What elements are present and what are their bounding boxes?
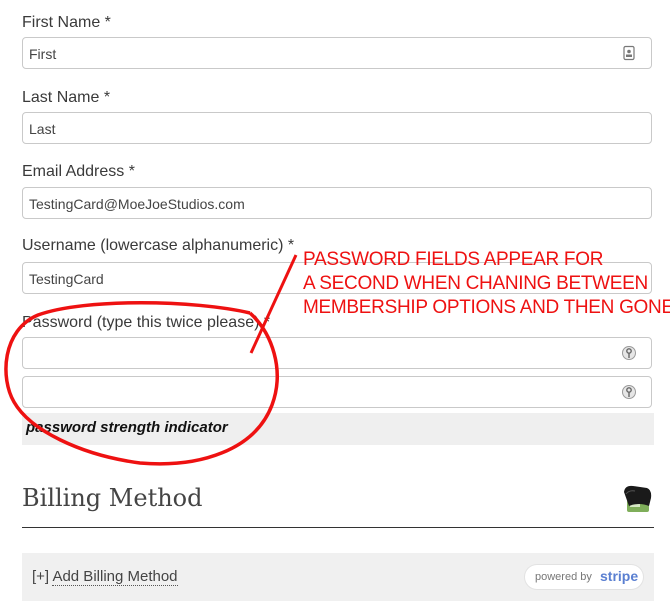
last-name-label: Last Name * bbox=[22, 89, 111, 106]
add-prefix: [+] bbox=[32, 568, 50, 585]
first-name-value: First bbox=[29, 46, 57, 62]
stripe-logo: stripe bbox=[600, 568, 639, 584]
password-confirm-field[interactable] bbox=[22, 376, 652, 408]
password-label: Password (type this twice please) * bbox=[22, 314, 271, 331]
first-name-label: First Name * bbox=[22, 14, 111, 31]
add-billing-label: Add Billing Method bbox=[52, 568, 178, 586]
add-billing-method-link[interactable]: [+] Add Billing Method bbox=[32, 568, 178, 586]
email-field[interactable]: TestingCard@MoeJoeStudios.com bbox=[22, 187, 652, 219]
last-name-field[interactable]: Last bbox=[22, 112, 652, 144]
billing-method-heading: Billing Method bbox=[22, 484, 203, 512]
annotation-line-1: PASSWORD FIELDS APPEAR FOR bbox=[303, 249, 604, 270]
add-billing-panel: [+] Add Billing Method powered by stripe bbox=[22, 553, 654, 601]
annotation-line-3: MEMBERSHIP OPTIONS AND THEN GONE bbox=[303, 297, 670, 318]
username-label: Username (lowercase alphanumeric) * bbox=[22, 237, 295, 254]
key-icon[interactable] bbox=[621, 384, 637, 400]
email-label: Email Address * bbox=[22, 163, 135, 180]
powered-by-text: powered by bbox=[535, 571, 592, 583]
first-name-field[interactable]: First bbox=[22, 37, 652, 69]
username-value: TestingCard bbox=[29, 271, 104, 287]
annotation-line-2: A SECOND WHEN CHANING BETWEEN bbox=[303, 273, 648, 294]
key-icon[interactable] bbox=[621, 345, 637, 361]
wallet-icon bbox=[624, 485, 652, 512]
password-field[interactable] bbox=[22, 337, 652, 369]
email-value: TestingCard@MoeJoeStudios.com bbox=[29, 196, 245, 212]
password-strength-text: password strength indicator bbox=[26, 419, 228, 436]
billing-divider bbox=[22, 527, 654, 528]
password-strength-indicator: password strength indicator bbox=[22, 413, 654, 445]
powered-by-stripe-badge[interactable]: powered by stripe bbox=[525, 565, 643, 589]
last-name-value: Last bbox=[29, 121, 56, 137]
contact-card-icon[interactable] bbox=[621, 45, 637, 61]
